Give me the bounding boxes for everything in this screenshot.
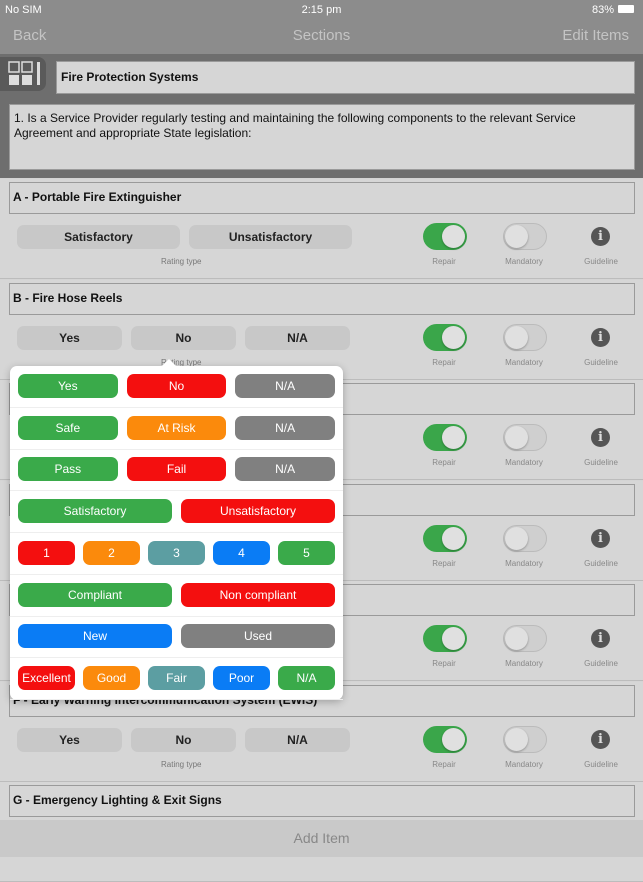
grid-view-button[interactable] <box>0 57 46 91</box>
repair-toggle[interactable] <box>423 625 467 652</box>
rating-choice-button[interactable]: Fair <box>148 665 205 690</box>
rating-choice-button[interactable]: 5 <box>278 540 335 565</box>
mandatory-label: Mandatory <box>505 659 543 668</box>
repair-toggle[interactable] <box>423 223 467 250</box>
rating-type-row[interactable]: Compliant Non compliant <box>10 575 343 617</box>
mandatory-toggle[interactable] <box>503 223 547 250</box>
rating-option-button[interactable]: Satisfactory <box>17 225 180 249</box>
edit-items-button[interactable]: Edit Items <box>562 27 629 44</box>
battery-icon <box>618 5 634 13</box>
rating-choice-button[interactable]: 3 <box>148 540 205 565</box>
rating-choice-button[interactable]: Yes <box>18 374 118 398</box>
rating-choice-button[interactable]: 1 <box>18 540 75 565</box>
section-title-field[interactable]: Fire Protection Systems <box>56 61 635 94</box>
rating-choice-button[interactable]: New <box>18 624 172 649</box>
mandatory-toggle[interactable] <box>503 424 547 451</box>
battery-level: 83% <box>592 4 615 16</box>
rating-choice-button[interactable]: Safe <box>18 415 118 440</box>
repair-label: Repair <box>432 357 456 367</box>
clock: 2:15 pm <box>301 4 342 16</box>
repair-label: Repair <box>432 558 456 568</box>
rating-choice-button[interactable]: N/A <box>235 374 335 398</box>
section-row: B - Fire Hose Reels Yes No N/A Rating type i… <box>0 279 643 380</box>
rating-option-button[interactable]: No <box>131 727 236 752</box>
rating-option-button[interactable]: Unsatisfactory <box>189 225 352 249</box>
rating-choice-button[interactable]: Fail <box>126 457 227 482</box>
rating-type-row[interactable]: Yes No N/A <box>10 366 343 408</box>
rating-choice-button[interactable]: Used <box>181 624 335 649</box>
rating-choice-button[interactable]: N/A <box>235 415 335 440</box>
rating-type-row[interactable]: Satisfactory Unsatisfactory <box>10 491 343 534</box>
rating-option-button[interactable]: No <box>131 325 236 350</box>
mandatory-toggle[interactable] <box>503 625 547 652</box>
rating-choice-button[interactable]: Good <box>83 665 140 690</box>
rating-type-label: Rating type <box>161 257 202 266</box>
repair-label: Repair <box>432 458 456 467</box>
repair-toggle[interactable] <box>423 524 467 552</box>
mandatory-label: Mandatory <box>505 458 543 467</box>
guideline-label: Guideline <box>584 759 618 769</box>
rating-type-popover: Yes No N/A Safe At Risk N/A Pass Fail N/A Satisfa… <box>10 359 343 700</box>
info-icon[interactable]: i <box>591 629 610 648</box>
guideline-label: Guideline <box>584 257 618 266</box>
rating-choice-button[interactable]: N/A <box>278 665 335 690</box>
guideline-label: Guideline <box>584 458 618 467</box>
rating-choice-button[interactable]: No <box>126 374 227 398</box>
rating-option-button[interactable]: N/A <box>245 325 350 350</box>
info-icon[interactable]: i <box>591 227 610 246</box>
repair-toggle[interactable] <box>423 725 467 753</box>
rating-choice-button[interactable]: 2 <box>83 540 140 565</box>
rating-choice-button[interactable]: Compliant <box>18 582 172 607</box>
rating-type-row[interactable]: Safe At Risk N/A <box>10 408 343 450</box>
page-title: Sections <box>292 27 351 44</box>
guideline-label: Guideline <box>584 558 618 568</box>
mandatory-label: Mandatory <box>505 357 543 367</box>
repair-toggle[interactable] <box>423 323 467 351</box>
rating-type-label: Rating type <box>161 759 202 769</box>
rating-option-button[interactable]: Yes <box>17 727 122 752</box>
rating-choice-button[interactable]: Poor <box>213 665 270 690</box>
section-row: A - Portable Fire Extinguisher Satisfacto… <box>0 179 643 279</box>
status-bar: No SIM 2:15 pm 83% <box>0 0 643 20</box>
mandatory-toggle[interactable] <box>503 524 547 552</box>
rating-type-row[interactable]: New Used <box>10 616 343 659</box>
nav-bar: Back Sections Edit Items <box>0 20 643 54</box>
info-icon[interactable]: i <box>591 428 610 447</box>
rating-type-row[interactable]: Excellent Good Fair Poor N/A <box>10 658 343 700</box>
add-item-button[interactable]: Add Item <box>0 820 643 857</box>
info-icon[interactable]: i <box>591 327 610 347</box>
rating-choice-button[interactable]: At Risk <box>126 415 227 440</box>
mandatory-label: Mandatory <box>505 558 543 568</box>
rating-choice-button[interactable]: Satisfactory <box>18 499 172 524</box>
rating-type-row[interactable]: Pass Fail N/A <box>10 449 343 492</box>
guideline-label: Guideline <box>584 357 618 367</box>
mandatory-toggle[interactable] <box>503 725 547 753</box>
info-icon[interactable]: i <box>591 528 610 548</box>
item-title-field[interactable]: G - Emergency Lighting & Exit Signs <box>9 785 635 817</box>
question-field[interactable]: 1. Is a Service Provider regularly testi… <box>9 104 635 170</box>
rating-choice-button[interactable]: N/A <box>235 457 335 482</box>
item-title-field[interactable]: B - Fire Hose Reels <box>9 282 635 315</box>
mandatory-label: Mandatory <box>505 759 543 769</box>
item-title-field[interactable]: A - Portable Fire Extinguisher <box>9 182 635 214</box>
rating-choice-button[interactable]: 4 <box>213 540 270 565</box>
info-icon[interactable]: i <box>591 729 610 749</box>
rating-option-button[interactable]: N/A <box>245 727 350 752</box>
rating-choice-button[interactable]: Unsatisfactory <box>181 499 335 524</box>
rating-choice-button[interactable]: Non compliant <box>181 582 335 607</box>
repair-label: Repair <box>432 659 456 668</box>
repair-toggle[interactable] <box>423 424 467 451</box>
mandatory-toggle[interactable] <box>503 323 547 351</box>
rating-choice-button[interactable]: Excellent <box>18 665 75 690</box>
grid-icon <box>8 61 40 85</box>
repair-label: Repair <box>432 257 456 266</box>
rating-option-button[interactable]: Yes <box>17 325 122 350</box>
rating-type-row[interactable]: 12345 <box>10 533 343 575</box>
mandatory-label: Mandatory <box>505 257 543 266</box>
repair-label: Repair <box>432 759 456 769</box>
guideline-label: Guideline <box>584 659 618 668</box>
rating-choice-button[interactable]: Pass <box>18 457 118 482</box>
